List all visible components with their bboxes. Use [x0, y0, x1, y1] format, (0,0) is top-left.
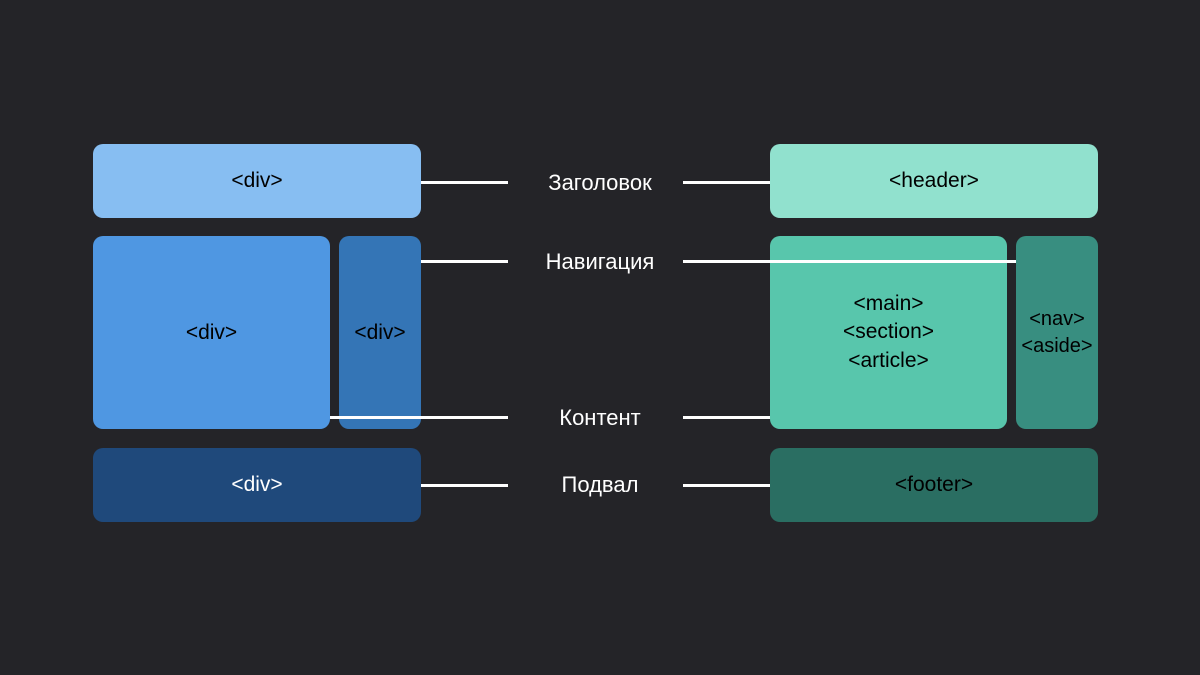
right-content-label-3: <article> [848, 347, 929, 375]
left-header-label: <div> [231, 169, 282, 193]
connector-line [421, 260, 508, 263]
right-nav-block: <nav> <aside> [1016, 236, 1098, 429]
right-content-label-1: <main> [853, 290, 923, 318]
left-nav-label: <div> [354, 321, 405, 345]
connector-line [683, 484, 770, 487]
right-footer-block: <footer> [770, 448, 1098, 522]
left-nav-block: <div> [339, 236, 421, 429]
right-header-label: <header> [889, 169, 979, 193]
right-nav-label-1: <nav> [1029, 306, 1085, 333]
connector-line [683, 260, 1016, 263]
connector-line [683, 181, 770, 184]
section-label-content: Контент [520, 405, 680, 431]
right-header-block: <header> [770, 144, 1098, 218]
left-footer-block: <div> [93, 448, 421, 522]
connector-line [421, 484, 508, 487]
left-footer-label: <div> [231, 473, 282, 497]
section-label-header: Заголовок [520, 170, 680, 196]
connector-line [330, 416, 508, 419]
right-content-block: <main> <section> <article> [770, 236, 1007, 429]
right-content-label-2: <section> [843, 318, 934, 346]
section-label-nav: Навигация [520, 249, 680, 275]
connector-line [421, 181, 508, 184]
section-label-footer: Подвал [520, 472, 680, 498]
layout-comparison-diagram: <div> <div> <div> <div> <header> <main> … [0, 0, 1200, 675]
left-content-label: <div> [186, 321, 237, 345]
connector-line [683, 416, 770, 419]
left-header-block: <div> [93, 144, 421, 218]
right-footer-label: <footer> [895, 473, 973, 497]
left-content-block: <div> [93, 236, 330, 429]
right-nav-label-2: <aside> [1021, 333, 1092, 360]
